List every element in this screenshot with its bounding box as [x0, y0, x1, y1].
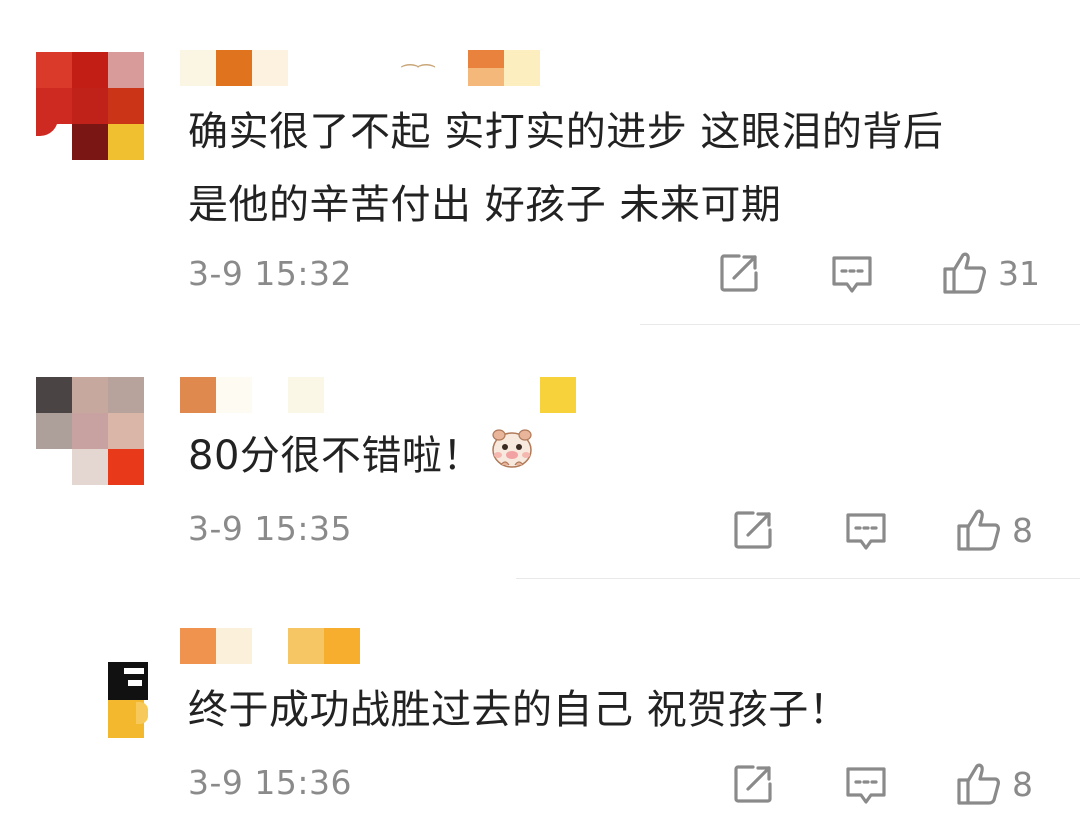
comment-timestamp: 3-9 15:32: [188, 254, 352, 293]
reply-button[interactable]: [844, 511, 888, 553]
like-count: 8: [1012, 764, 1033, 804]
share-icon: [718, 252, 760, 294]
reply-icon: [844, 765, 888, 807]
share-icon: [732, 509, 774, 551]
like-button[interactable]: 31: [942, 250, 1040, 296]
share-button[interactable]: [718, 252, 760, 294]
like-button[interactable]: 8: [956, 507, 1033, 553]
share-button[interactable]: [732, 509, 774, 551]
hamster-emoji-icon: [489, 425, 535, 486]
comment-item: 终于成功战胜过去的自己 祝贺孩子！ 3-9 15:36 8: [0, 580, 1080, 815]
share-icon: [732, 763, 774, 805]
divider: [516, 578, 1080, 579]
reply-button[interactable]: [830, 254, 874, 296]
avatar[interactable]: [36, 377, 144, 485]
comment-item: ⁀⁀ 确实很了不起 实打实的进步 这眼泪的背后 是他的辛苦付出 好孩子 未来可期…: [0, 0, 1080, 325]
like-button[interactable]: 8: [956, 761, 1033, 807]
comment-list: ⁀⁀ 确实很了不起 实打实的进步 这眼泪的背后 是他的辛苦付出 好孩子 未来可期…: [0, 0, 1080, 815]
comment-text: 确实很了不起 实打实的进步 这眼泪的背后 是他的辛苦付出 好孩子 未来可期: [188, 109, 944, 228]
reply-icon: [844, 511, 888, 553]
comment-text: 终于成功战胜过去的自己 祝贺孩子！: [188, 687, 850, 733]
username-mosaic[interactable]: [180, 377, 600, 413]
avatar[interactable]: [108, 662, 148, 738]
reply-button[interactable]: [844, 765, 888, 807]
comment-timestamp: 3-9 15:35: [188, 509, 352, 548]
username-mosaic[interactable]: [180, 628, 600, 664]
comment-text: 80分很不错啦！: [188, 428, 535, 486]
share-button[interactable]: [732, 763, 774, 805]
like-count: 8: [1012, 510, 1033, 550]
reply-icon: [830, 254, 874, 296]
comment-timestamp: 3-9 15:36: [188, 763, 352, 802]
like-icon: [956, 507, 1002, 553]
avatar[interactable]: [36, 52, 144, 160]
username-mosaic[interactable]: ⁀⁀: [180, 50, 600, 86]
like-count: 31: [998, 253, 1040, 293]
like-icon: [942, 250, 988, 296]
comment-item: 80分很不错啦！ 3-9 15:35 8: [0, 325, 1080, 580]
like-icon: [956, 761, 1002, 807]
